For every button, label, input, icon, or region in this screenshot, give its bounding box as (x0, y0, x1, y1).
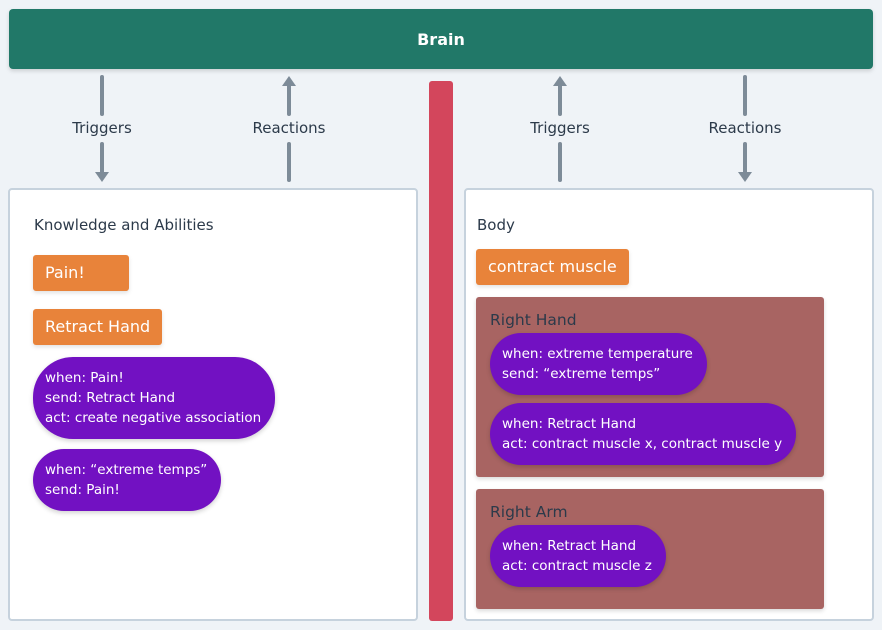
body-part-right-arm[interactable]: Right Arm when: Retract Hand act: contra… (476, 489, 824, 609)
arrow-down-icon (738, 172, 752, 182)
message-pain[interactable]: Pain! (33, 255, 129, 291)
connector-left-reactions: Reactions (239, 75, 339, 183)
connector-line (743, 142, 747, 174)
connector-left-triggers: Triggers (52, 75, 152, 183)
rule-line: when: Retract Hand (502, 416, 637, 432)
rule-line: act: create negative association (45, 410, 262, 426)
body-part-title: Right Arm (490, 503, 568, 521)
body-part-right-hand[interactable]: Right Hand when: extreme temperature sen… (476, 297, 824, 477)
connector-right-reactions: Reactions (695, 75, 795, 183)
rule-retract-hand-xy[interactable]: when: Retract Hand act: contract muscle … (490, 403, 797, 465)
connector-line (287, 142, 291, 182)
panel-title: Body (477, 216, 515, 234)
rule-line: act: contract muscle z (502, 558, 652, 574)
connector-line (287, 84, 291, 116)
rule-line: when: Retract Hand (502, 538, 637, 554)
rule-retract-hand-z[interactable]: when: Retract Hand act: contract muscle … (490, 525, 666, 587)
rule-extreme-temps[interactable]: when: “extreme temps” send: Pain! (33, 449, 222, 511)
rule-line: when: extreme temperature (502, 346, 693, 362)
rule-line: send: Pain! (45, 482, 120, 498)
connector-label: Reactions (252, 119, 326, 137)
body-part-title: Right Hand (490, 311, 577, 329)
rule-pain[interactable]: when: Pain! send: Retract Hand act: crea… (33, 357, 276, 439)
connector-line (100, 75, 104, 116)
knowledge-panel: Knowledge and Abilities Pain! Retract Ha… (8, 188, 418, 621)
connector-line (558, 142, 562, 182)
connector-line (743, 75, 747, 116)
connector-right-triggers: Triggers (510, 75, 610, 183)
rule-extreme-temperature[interactable]: when: extreme temperature send: “extreme… (490, 333, 707, 395)
connector-label: Reactions (708, 119, 782, 137)
connector-label: Triggers (72, 119, 132, 137)
rule-line: when: Pain! (45, 370, 124, 386)
rule-line: send: Retract Hand (45, 390, 176, 406)
rule-line: act: contract muscle x, contract muscle … (502, 436, 783, 452)
connector-line (558, 84, 562, 116)
center-divider (429, 81, 453, 621)
arrow-down-icon (95, 172, 109, 182)
connector-label: Triggers (530, 119, 590, 137)
rule-line: send: “extreme temps” (502, 366, 661, 382)
panel-title: Knowledge and Abilities (34, 216, 214, 234)
connector-line (100, 142, 104, 174)
body-panel: Body contract muscle Right Hand when: ex… (464, 188, 874, 621)
message-contract-muscle[interactable]: contract muscle (476, 249, 629, 285)
brain-label: Brain (417, 29, 465, 49)
brain-box[interactable]: Brain (9, 9, 873, 69)
rule-line: when: “extreme temps” (45, 462, 208, 478)
message-retract-hand[interactable]: Retract Hand (33, 309, 163, 345)
